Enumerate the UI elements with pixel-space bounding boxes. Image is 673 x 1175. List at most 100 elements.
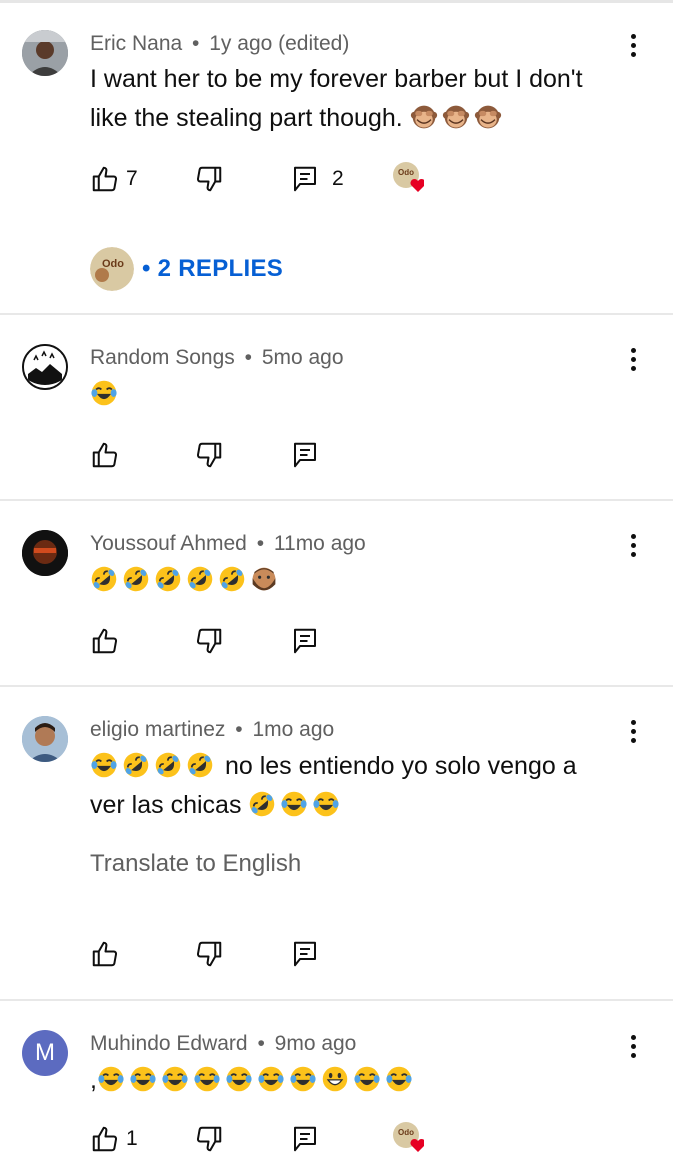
thumbs-down-icon (194, 440, 224, 470)
comment-actions (90, 439, 510, 471)
comment-actions: 1 Odo (90, 1122, 510, 1155)
see-no-evil-monkey-icon (410, 103, 438, 131)
replies-label: • 2 REPLIES (142, 255, 284, 282)
rolling-on-floor-laughing-icon (186, 565, 214, 593)
rolling-on-floor-laughing-icon (154, 565, 182, 593)
face-with-tears-of-joy-icon (257, 1065, 285, 1093)
reply-count: 2 (332, 167, 344, 190)
author-name[interactable]: Random Songs (90, 346, 235, 369)
reply-button[interactable]: 2 (290, 163, 344, 195)
comment-text (90, 561, 613, 600)
rolling-on-floor-laughing-icon (248, 790, 276, 818)
face-with-tears-of-joy-icon (280, 790, 308, 818)
comment-text-content-2: ver las chicas (90, 791, 242, 819)
meta-separator: • (257, 1032, 265, 1055)
comment-text: no les entiendo yo solo vengo a ver las … (90, 747, 613, 825)
face-with-tears-of-joy-icon (161, 1065, 189, 1093)
svg-text:Odo: Odo (398, 1128, 414, 1137)
author-name[interactable]: Youssouf Ahmed (90, 532, 247, 555)
dislike-button[interactable] (194, 439, 224, 471)
dislike-button[interactable] (194, 163, 224, 195)
comment-meta: Muhindo Edward • 9mo ago (90, 1032, 356, 1056)
comment-actions (90, 938, 510, 970)
svg-text:Odo: Odo (398, 168, 414, 177)
author-name[interactable]: Eric Nana (90, 32, 182, 55)
thumbs-up-icon (90, 1124, 120, 1154)
thumbs-up-icon (90, 939, 120, 969)
creator-avatar: Odo (90, 247, 134, 291)
comment-icon (290, 164, 320, 194)
reply-button[interactable] (290, 938, 320, 970)
more-options-button[interactable] (623, 713, 643, 749)
comment-actions: 7 2 Odo (90, 162, 510, 195)
see-no-evil-monkey-icon (474, 103, 502, 131)
face-with-tears-of-joy-icon (90, 751, 118, 779)
comment-meta: Youssouf Ahmed • 11mo ago (90, 532, 366, 556)
meta-separator: • (235, 718, 243, 741)
thumbs-down-icon (194, 939, 224, 969)
meta-separator: • (192, 32, 200, 55)
creator-heart-icon: Odo (393, 162, 424, 192)
author-name[interactable]: Muhindo Edward (90, 1032, 248, 1055)
dislike-button[interactable] (194, 1123, 224, 1155)
comment-icon (290, 626, 320, 656)
comment-meta: eligio martinez • 1mo ago (90, 718, 334, 742)
avatar[interactable] (22, 530, 68, 576)
like-button[interactable] (90, 625, 120, 657)
translate-link[interactable]: Translate to English (90, 850, 301, 878)
meta-separator: • (244, 346, 252, 369)
like-button[interactable]: 7 (90, 163, 138, 195)
avatar[interactable]: M (22, 1030, 68, 1076)
comment-icon (290, 1124, 320, 1154)
reply-button[interactable] (290, 439, 320, 471)
face-with-tears-of-joy-icon (353, 1065, 381, 1093)
face-with-tears-of-joy-icon (90, 379, 118, 407)
avatar[interactable] (22, 344, 68, 390)
face-with-tears-of-joy-icon (129, 1065, 157, 1093)
reply-button[interactable] (290, 1123, 320, 1155)
rolling-on-floor-laughing-icon (122, 565, 150, 593)
face-with-tears-of-joy-icon (289, 1065, 317, 1093)
creator-heart-icon: Odo (393, 1122, 424, 1152)
face-with-tears-of-joy-icon (97, 1065, 125, 1093)
thumbs-down-icon (194, 1124, 224, 1154)
rolling-on-floor-laughing-icon (218, 565, 246, 593)
comment-text: , (90, 1061, 613, 1100)
comment-thread: Eric Nana • 1y ago (edited) I want her t… (0, 0, 673, 315)
comment-icon (290, 939, 320, 969)
face-with-tears-of-joy-icon (312, 790, 340, 818)
comment-meta: Random Songs • 5mo ago (90, 346, 344, 370)
more-options-button[interactable] (623, 341, 643, 377)
comment-thread: Youssouf Ahmed • 11mo ago (0, 501, 673, 687)
rolling-on-floor-laughing-icon (186, 751, 214, 779)
comment-thread: M Muhindo Edward • 9mo ago , 1 Odo (0, 1001, 673, 1175)
like-count: 7 (126, 167, 138, 190)
comment-time: 9mo ago (274, 1032, 357, 1055)
svg-text:Odo: Odo (102, 258, 124, 270)
like-button[interactable] (90, 439, 120, 471)
see-no-evil-monkey-icon (442, 103, 470, 131)
like-button[interactable]: 1 (90, 1123, 138, 1155)
comment-time: 5mo ago (261, 346, 344, 369)
face-with-tears-of-joy-icon (193, 1065, 221, 1093)
dislike-button[interactable] (194, 625, 224, 657)
grinning-face-icon (321, 1065, 349, 1093)
dislike-button[interactable] (194, 938, 224, 970)
comment-text: I want her to be my forever barber but I… (90, 60, 613, 138)
avatar-letter: M (35, 1039, 55, 1066)
like-button[interactable] (90, 938, 120, 970)
comment-text-content: I want her to be my forever barber but I… (90, 65, 583, 132)
more-options-button[interactable] (623, 27, 643, 63)
author-name[interactable]: eligio martinez (90, 718, 225, 741)
thumbs-up-icon (90, 626, 120, 656)
comment-time: 1y ago (edited) (209, 32, 350, 55)
comment-actions (90, 625, 510, 657)
comment-time: 11mo ago (273, 532, 366, 555)
view-replies-button[interactable]: Odo • 2 REPLIES (90, 246, 283, 292)
reply-button[interactable] (290, 625, 320, 657)
avatar[interactable] (22, 30, 68, 76)
more-options-button[interactable] (623, 527, 643, 563)
comment-meta: Eric Nana • 1y ago (edited) (90, 32, 349, 56)
more-options-button[interactable] (623, 1028, 643, 1064)
avatar[interactable] (22, 716, 68, 762)
